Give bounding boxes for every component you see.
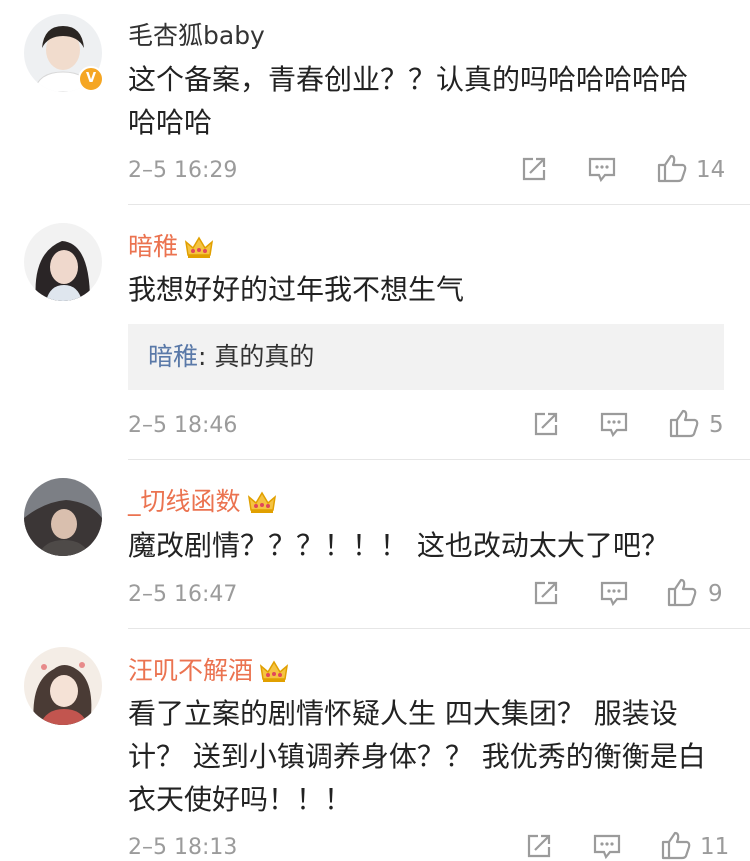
comment-icon[interactable] <box>599 579 629 607</box>
comment-text: 看了立案的剧情怀疑人生 四大集团？ 服装设计？ 送到小镇调养身体？？ 我优秀的衡… <box>128 697 706 816</box>
comment-item: 暗稚 我想好好的过年我不想生气 暗稚: 真的真的 2–5 18:46 5 <box>0 205 750 461</box>
avatar[interactable] <box>24 647 102 725</box>
timestamp: 2–5 18:46 <box>128 413 238 438</box>
avatar[interactable] <box>24 223 102 301</box>
share-icon[interactable] <box>520 155 548 183</box>
comment-item: 汪叽不解酒 看了立案的剧情怀疑人生 四大集团？ 服装设计？ 送到小镇调养身体？？… <box>0 629 750 861</box>
reply-separator: : <box>198 342 215 371</box>
username-text[interactable]: 暗稚 <box>128 232 178 261</box>
reply-username[interactable]: 暗稚 <box>148 342 198 371</box>
timestamp: 2–5 16:29 <box>128 158 238 183</box>
share-icon[interactable] <box>532 410 560 438</box>
like-count: 9 <box>708 581 723 607</box>
comment-text: 这个备案，青春创业？？认真的吗哈哈哈哈哈哈哈哈 <box>128 63 689 139</box>
username-text[interactable]: _切线函数 <box>128 487 241 516</box>
crown-icon <box>247 490 277 516</box>
thumbs-up-icon[interactable] <box>660 830 692 860</box>
comment-icon[interactable] <box>587 155 617 183</box>
username[interactable]: 暗稚 <box>128 227 214 263</box>
timestamp: 2–5 16:47 <box>128 582 238 607</box>
share-icon[interactable] <box>532 579 560 607</box>
crown-icon <box>259 659 289 685</box>
like-count: 11 <box>700 834 730 860</box>
thumbs-up-icon[interactable] <box>666 577 698 607</box>
username-text[interactable]: 汪叽不解酒 <box>128 656 253 685</box>
verified-badge-icon: V <box>78 66 104 92</box>
comment-text: 我想好好的过年我不想生气 <box>128 273 465 306</box>
comment-icon[interactable] <box>599 410 629 438</box>
share-icon[interactable] <box>525 832 553 860</box>
timestamp: 2–5 18:13 <box>128 835 238 860</box>
comment-text: 魔改剧情？？？！！！ 这也改动太大了吧？ <box>128 529 669 562</box>
comment-item: V 毛杏狐baby 这个备案，青春创业？？认真的吗哈哈哈哈哈哈哈哈 2–5 16… <box>0 0 750 205</box>
username[interactable]: 汪叽不解酒 <box>128 651 289 687</box>
thumbs-up-icon[interactable] <box>668 408 700 438</box>
crown-icon <box>184 235 214 261</box>
reply-text: 真的真的 <box>214 342 315 371</box>
comment-item: _切线函数 魔改剧情？？？！！！ 这也改动太大了吧？ 2–5 16:47 9 <box>0 460 750 630</box>
username[interactable]: _切线函数 <box>128 482 277 518</box>
comment-icon[interactable] <box>592 832 622 860</box>
username[interactable]: 毛杏狐baby <box>128 16 265 52</box>
like-count: 14 <box>696 157 726 183</box>
reply-box[interactable]: 暗稚: 真的真的 <box>128 324 724 390</box>
like-count: 5 <box>709 412 724 438</box>
avatar[interactable] <box>24 478 102 556</box>
thumbs-up-icon[interactable] <box>656 153 688 183</box>
